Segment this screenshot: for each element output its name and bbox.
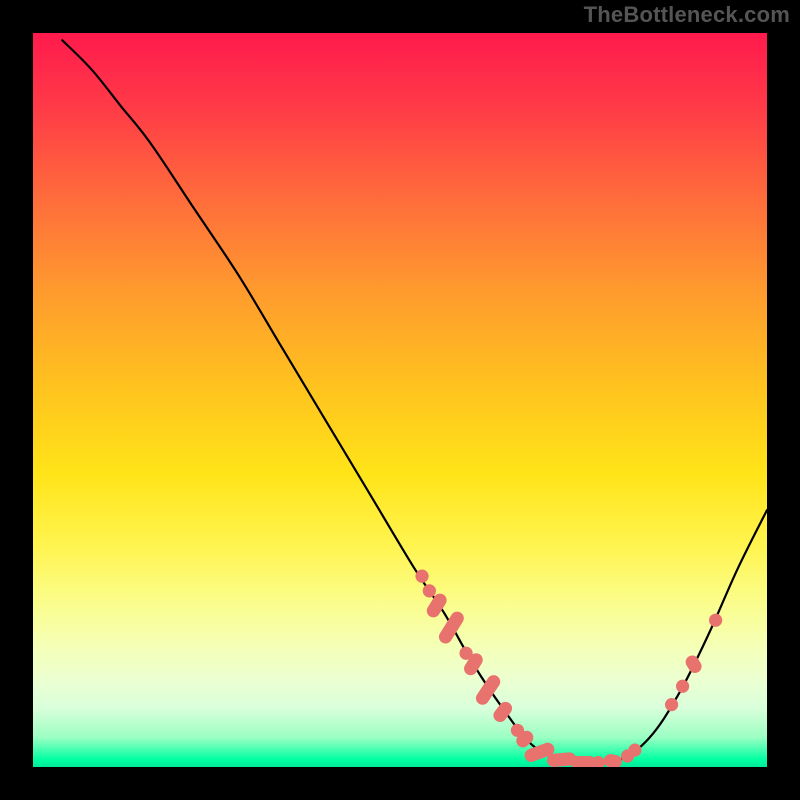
data-point-dash <box>683 653 704 676</box>
data-point-dot <box>665 698 678 711</box>
data-point-dash <box>436 609 466 646</box>
chart-container: TheBottleneck.com <box>0 0 800 800</box>
data-point-dot <box>709 614 722 627</box>
watermark-text: TheBottleneck.com <box>584 2 790 28</box>
bottleneck-curve <box>62 40 767 763</box>
curve-svg <box>33 33 767 767</box>
data-point-dot <box>415 570 428 583</box>
data-point-dot <box>423 584 436 597</box>
data-point-dash <box>603 753 623 767</box>
data-point-dot <box>628 744 641 757</box>
plot-area <box>33 33 767 767</box>
data-point-dot <box>676 680 689 693</box>
data-markers <box>415 570 722 767</box>
